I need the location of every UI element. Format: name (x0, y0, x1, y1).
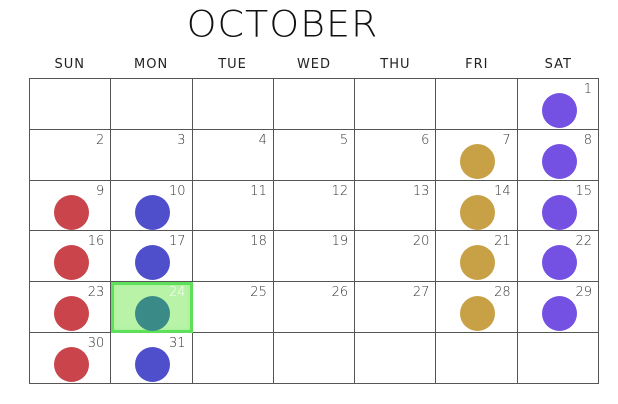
day-cell-29[interactable]: 29 (517, 282, 599, 334)
empty-cell (517, 333, 599, 384)
day-number: 5 (339, 132, 349, 148)
empty-cell (273, 79, 356, 130)
day-number: 25 (250, 285, 267, 301)
day-number: 9 (96, 183, 105, 199)
month-title: OCTOBER (186, 3, 379, 45)
empty-cell (192, 333, 274, 384)
event-dot[interactable] (541, 194, 577, 230)
day-number: 23 (87, 285, 105, 301)
day-number: 31 (169, 336, 186, 352)
weekday-tue: TUE (218, 57, 247, 72)
event-dot[interactable] (135, 347, 171, 383)
weekday-mon: MON (134, 57, 169, 72)
day-cell-25[interactable]: 25 (192, 282, 274, 334)
day-number: 17 (169, 234, 186, 250)
event-dot[interactable] (135, 245, 171, 281)
day-cell-24[interactable]: 24 (111, 282, 193, 334)
weekday-sun: SUN (54, 57, 85, 72)
event-dot[interactable] (135, 296, 171, 332)
day-cell-3[interactable]: 3 (111, 129, 193, 181)
event-dot[interactable] (54, 347, 89, 383)
day-cell-9[interactable]: 9 (30, 180, 112, 232)
day-cell-31[interactable]: 31 (111, 333, 193, 384)
day-cell-22[interactable]: 22 (517, 231, 599, 283)
weekday-fri: FRI (465, 57, 489, 72)
day-cell-1[interactable]: 1 (517, 79, 599, 130)
day-cell-21[interactable]: 21 (436, 231, 518, 283)
day-cell-28[interactable]: 28 (436, 282, 518, 334)
day-number: 27 (412, 285, 430, 301)
day-cell-8[interactable]: 8 (517, 129, 599, 181)
day-cell-2[interactable]: 2 (30, 129, 112, 181)
weekday-sat: SAT (544, 57, 572, 72)
day-number: 6 (421, 132, 430, 148)
event-dot[interactable] (54, 296, 89, 332)
empty-cell (355, 333, 437, 384)
day-number: 14 (494, 183, 511, 199)
event-dot[interactable] (460, 143, 496, 179)
day-number: 20 (412, 234, 430, 250)
day-cell-30[interactable]: 30 (30, 333, 112, 384)
event-dot[interactable] (541, 143, 577, 179)
empty-cell (30, 79, 112, 130)
day-number: 3 (177, 132, 186, 148)
day-number: 13 (412, 183, 430, 199)
day-cell-5[interactable]: 5 (273, 129, 356, 181)
day-number: 7 (502, 132, 511, 148)
day-cell-11[interactable]: 11 (192, 180, 274, 232)
day-cell-16[interactable]: 16 (30, 231, 112, 283)
day-cell-12[interactable]: 12 (273, 180, 356, 232)
day-cell-19[interactable]: 19 (273, 231, 356, 283)
calendar-grid: 1 2 3 4 5 6 7 8 9 10 11 12 13 14 15 16 17 18 19 20 21 22 23 24 2… (29, 78, 599, 384)
day-cell-6[interactable]: 6 (355, 129, 437, 181)
day-number: 19 (331, 234, 349, 250)
event-dot[interactable] (460, 296, 496, 332)
event-dot[interactable] (460, 194, 496, 230)
day-number: 2 (96, 132, 105, 148)
empty-cell (355, 79, 437, 130)
event-dot[interactable] (54, 194, 89, 230)
event-dot[interactable] (541, 245, 577, 281)
event-dot[interactable] (541, 296, 577, 332)
day-number: 15 (575, 183, 592, 199)
weekday-wed: WED (296, 57, 332, 72)
event-dot[interactable] (135, 194, 171, 230)
day-cell-14[interactable]: 14 (436, 180, 518, 232)
day-number: 12 (331, 183, 349, 199)
day-number: 29 (575, 285, 592, 301)
day-number: 11 (250, 183, 267, 199)
day-number: 21 (494, 234, 511, 250)
day-cell-13[interactable]: 13 (355, 180, 437, 232)
day-number: 24 (169, 285, 186, 301)
day-number: 4 (258, 132, 267, 148)
day-number: 28 (494, 285, 511, 301)
event-dot[interactable] (460, 245, 496, 281)
day-number: 10 (169, 183, 186, 199)
day-cell-20[interactable]: 20 (355, 231, 437, 283)
weekday-thu: THU (380, 57, 411, 72)
day-number: 22 (575, 234, 592, 250)
day-number: 1 (583, 82, 592, 97)
event-dot[interactable] (541, 93, 577, 128)
day-cell-26[interactable]: 26 (273, 282, 356, 334)
day-number: 16 (87, 234, 105, 250)
empty-cell (111, 79, 193, 130)
day-number: 30 (87, 336, 105, 352)
day-number: 8 (583, 132, 592, 148)
day-cell-18[interactable]: 18 (192, 231, 274, 283)
day-cell-17[interactable]: 17 (111, 231, 193, 283)
event-dot[interactable] (54, 245, 89, 281)
empty-cell (436, 79, 518, 130)
empty-cell (192, 79, 274, 130)
day-number: 26 (331, 285, 349, 301)
day-cell-15[interactable]: 15 (517, 180, 599, 232)
empty-cell (436, 333, 518, 384)
day-cell-4[interactable]: 4 (192, 129, 274, 181)
day-number: 18 (250, 234, 267, 250)
day-cell-7[interactable]: 7 (436, 129, 518, 181)
empty-cell (273, 333, 356, 384)
day-cell-27[interactable]: 27 (355, 282, 437, 334)
day-cell-23[interactable]: 23 (30, 282, 112, 334)
day-cell-10[interactable]: 10 (111, 180, 193, 232)
